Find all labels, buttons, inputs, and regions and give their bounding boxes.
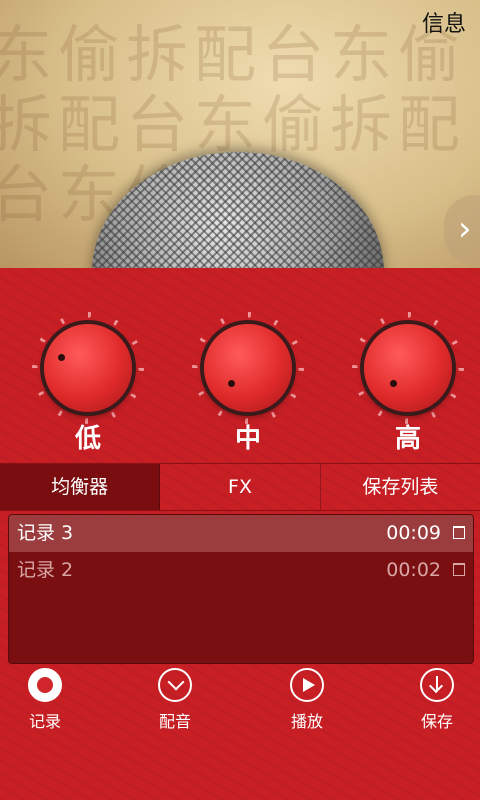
- tab-fx[interactable]: FX: [160, 464, 321, 510]
- tab-saved-list[interactable]: 保存列表: [321, 464, 480, 510]
- list-item[interactable]: 记录 3 00:09: [9, 515, 473, 552]
- tab-equalizer[interactable]: 均衡器: [0, 464, 161, 510]
- play-icon: [290, 668, 324, 702]
- tab-bar: 均衡器 FX 保存列表: [0, 463, 480, 511]
- record-label: 记录: [28, 712, 61, 731]
- knob-high-label: 高: [394, 424, 421, 454]
- knob-high[interactable]: [352, 312, 464, 424]
- play-button[interactable]: 播放: [267, 668, 347, 732]
- knob-mid-label: 中: [234, 424, 261, 454]
- microphone-banner: 东偷拆配台东偷拆配台东偷拆配台东偷 › 信息: [0, 0, 480, 270]
- record-icon: [28, 668, 62, 702]
- knob-mid-dial[interactable]: [204, 324, 292, 412]
- knob-indicator: [390, 380, 397, 387]
- knob-high-dial[interactable]: [364, 324, 452, 412]
- list-item[interactable]: 记录 2 00:02: [9, 552, 473, 589]
- dub-icon: [158, 668, 192, 702]
- knob-mid[interactable]: [192, 312, 304, 424]
- knob-low-label: 低: [74, 424, 101, 454]
- trash-icon[interactable]: [453, 563, 465, 576]
- trash-icon[interactable]: [453, 526, 465, 539]
- next-arrow-icon[interactable]: ›: [444, 195, 480, 265]
- knob-low-dial[interactable]: [44, 324, 132, 412]
- recordings-list: 记录 3 00:09 记录 2 00:02: [8, 514, 474, 664]
- knob-indicator: [228, 380, 235, 387]
- knob-low[interactable]: [32, 312, 144, 424]
- recording-name: 记录 2: [17, 559, 74, 581]
- info-button[interactable]: 信息: [422, 6, 466, 38]
- download-icon: [420, 668, 454, 702]
- recording-duration: 00:09: [386, 522, 441, 544]
- record-button[interactable]: 记录: [5, 668, 85, 732]
- knob-indicator: [58, 354, 65, 361]
- recording-duration: 00:02: [386, 559, 441, 581]
- save-button[interactable]: 保存: [397, 668, 477, 732]
- dub-button[interactable]: 配音: [135, 668, 215, 732]
- dub-label: 配音: [158, 712, 191, 731]
- recording-name: 记录 3: [17, 522, 74, 544]
- save-label: 保存: [420, 712, 453, 731]
- action-bar: 记录 配音 播放 保存: [0, 668, 480, 738]
- play-label: 播放: [290, 712, 323, 731]
